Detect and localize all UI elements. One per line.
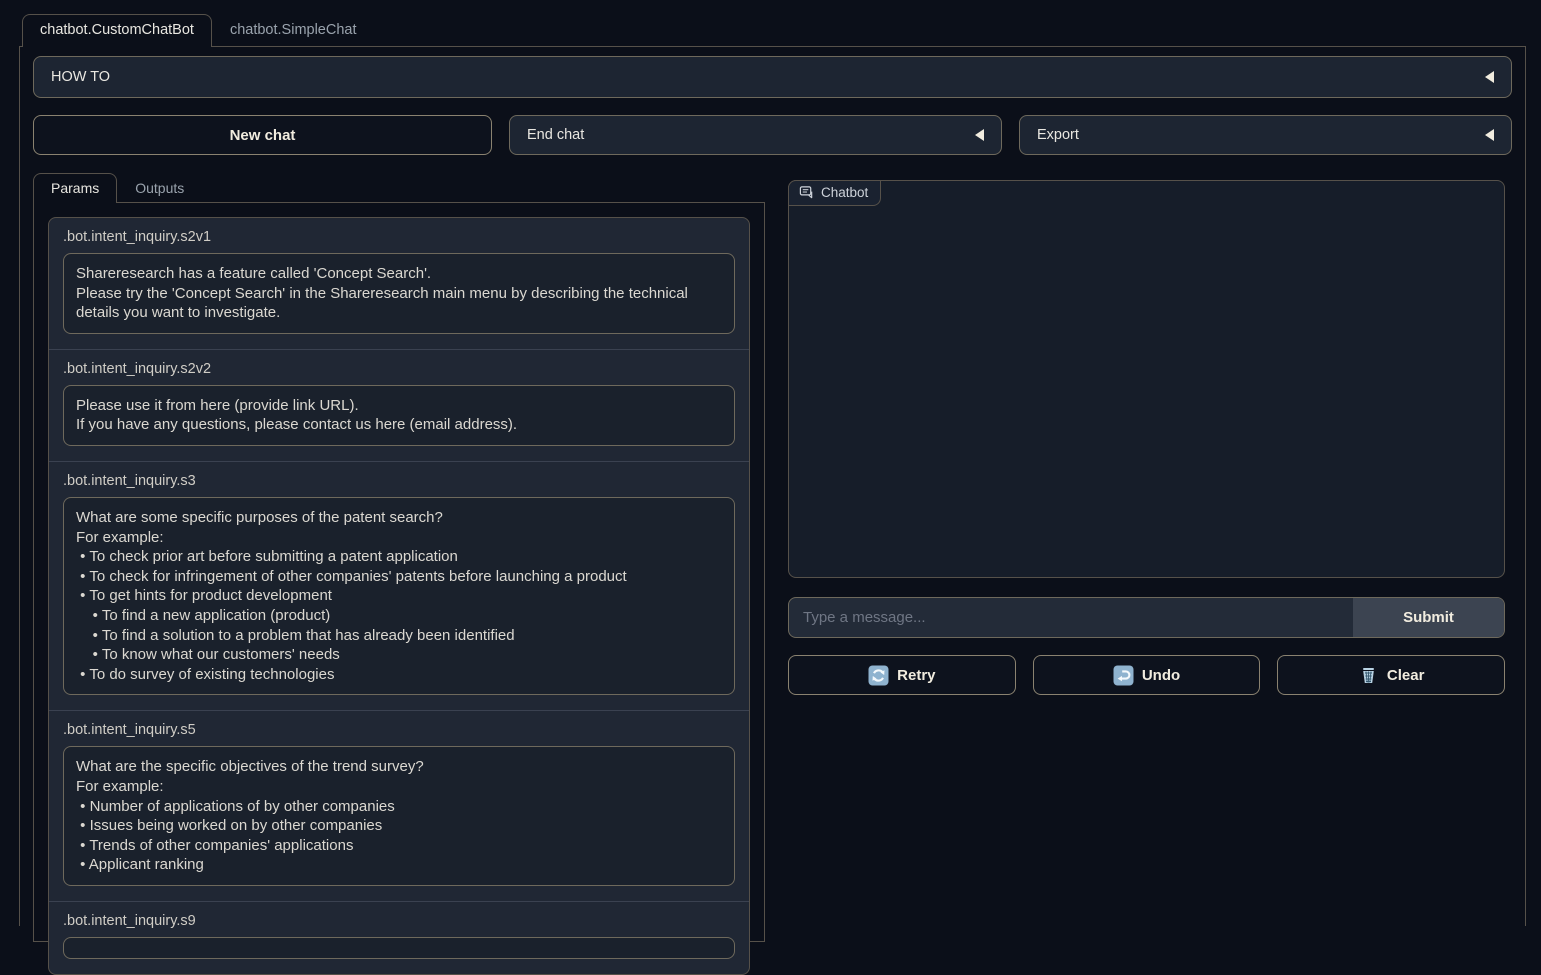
tab-outputs[interactable]: Outputs bbox=[117, 173, 202, 203]
param-field: .bot.intent_inquiry.s9 bbox=[49, 901, 749, 974]
param-field-label: .bot.intent_inquiry.s3 bbox=[63, 473, 735, 489]
undo-label: Undo bbox=[1142, 667, 1180, 684]
collapse-arrow-icon bbox=[1485, 71, 1494, 83]
param-field: .bot.intent_inquiry.s3 What are some spe… bbox=[49, 461, 749, 710]
collapse-arrow-icon bbox=[1485, 129, 1494, 141]
retry-icon bbox=[868, 665, 889, 686]
param-field: .bot.intent_inquiry.s2v2 Please use it f… bbox=[49, 349, 749, 461]
end-chat-accordion[interactable]: End chat bbox=[509, 115, 1002, 155]
chatbot-column: Chatbot Submit Retry bbox=[788, 173, 1505, 695]
app-tab-bar: chatbot.CustomChatBot chatbot.SimpleChat bbox=[22, 14, 375, 47]
chatbot-label-text: Chatbot bbox=[821, 185, 868, 200]
tab-simple-chat[interactable]: chatbot.SimpleChat bbox=[212, 14, 375, 47]
chat-bubble-icon bbox=[799, 185, 814, 200]
export-accordion[interactable]: Export bbox=[1019, 115, 1512, 155]
retry-button[interactable]: Retry bbox=[788, 655, 1016, 695]
tab-content-panel: HOW TO New chat End chat Export Params O… bbox=[19, 46, 1526, 926]
params-tab-bar: Params Outputs bbox=[33, 173, 765, 203]
clear-icon bbox=[1358, 665, 1379, 686]
tab-custom-chatbot[interactable]: chatbot.CustomChatBot bbox=[22, 14, 212, 47]
clear-label: Clear bbox=[1387, 667, 1425, 684]
param-textbox[interactable]: What are some specific purposes of the p… bbox=[63, 497, 735, 695]
how-to-label: HOW TO bbox=[51, 69, 110, 85]
param-field: .bot.intent_inquiry.s2v1 Shareresearch h… bbox=[49, 218, 749, 349]
param-textbox[interactable]: What are the specific objectives of the … bbox=[63, 746, 735, 886]
actions-row: New chat End chat Export bbox=[33, 115, 1512, 155]
tab-params[interactable]: Params bbox=[33, 173, 117, 203]
param-field-label: .bot.intent_inquiry.s2v2 bbox=[63, 361, 735, 377]
params-panel-body: .bot.intent_inquiry.s2v1 Shareresearch h… bbox=[33, 202, 765, 942]
param-field: .bot.intent_inquiry.s5 What are the spec… bbox=[49, 710, 749, 901]
chatbot-label: Chatbot bbox=[788, 180, 881, 206]
clear-button[interactable]: Clear bbox=[1277, 655, 1505, 695]
collapse-arrow-icon bbox=[975, 129, 984, 141]
param-field-label: .bot.intent_inquiry.s9 bbox=[63, 913, 735, 929]
new-chat-button[interactable]: New chat bbox=[33, 115, 492, 155]
param-textbox[interactable] bbox=[63, 937, 735, 959]
undo-icon bbox=[1113, 665, 1134, 686]
retry-label: Retry bbox=[897, 667, 935, 684]
message-input[interactable] bbox=[789, 598, 1353, 637]
param-field-label: .bot.intent_inquiry.s2v1 bbox=[63, 229, 735, 245]
chat-actions-row: Retry Undo bbox=[788, 655, 1505, 695]
params-column: Params Outputs .bot.intent_inquiry.s2v1 … bbox=[33, 173, 765, 942]
params-form: .bot.intent_inquiry.s2v1 Shareresearch h… bbox=[48, 217, 750, 975]
main-row: Params Outputs .bot.intent_inquiry.s2v1 … bbox=[33, 173, 1512, 942]
how-to-accordion[interactable]: HOW TO bbox=[33, 56, 1512, 98]
chatbot-message-area: Chatbot bbox=[788, 180, 1505, 578]
param-field-label: .bot.intent_inquiry.s5 bbox=[63, 722, 735, 738]
end-chat-label: End chat bbox=[527, 127, 584, 143]
export-label: Export bbox=[1037, 127, 1079, 143]
submit-button[interactable]: Submit bbox=[1353, 598, 1504, 637]
undo-button[interactable]: Undo bbox=[1033, 655, 1261, 695]
message-input-row: Submit bbox=[788, 597, 1505, 638]
param-textbox[interactable]: Shareresearch has a feature called 'Conc… bbox=[63, 253, 735, 334]
param-textbox[interactable]: Please use it from here (provide link UR… bbox=[63, 385, 735, 446]
